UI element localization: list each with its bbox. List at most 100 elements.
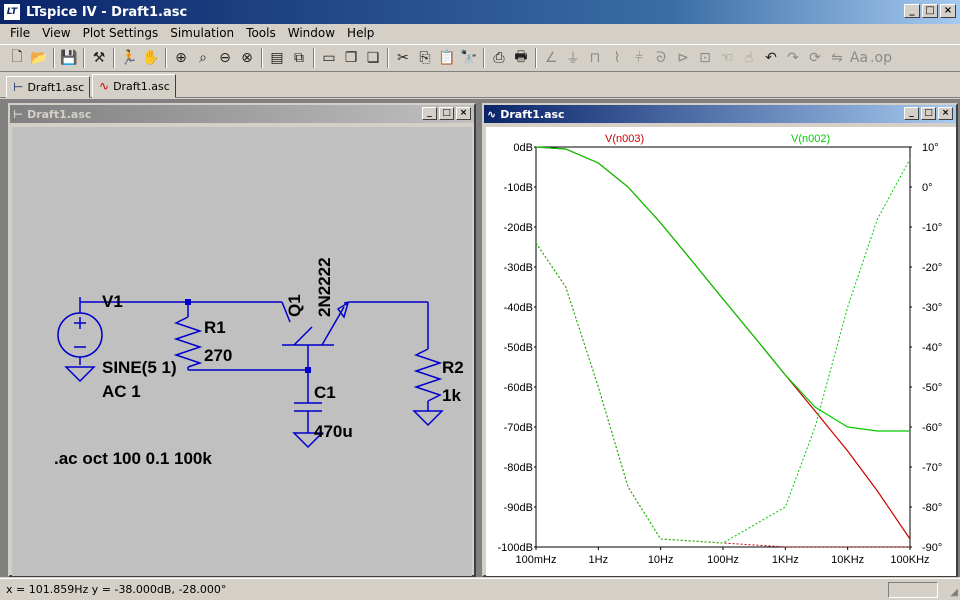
x-tick-label: 1KHz bbox=[772, 554, 799, 566]
schematic-canvas[interactable]: V1 SINE(5 1) AC 1 R1 270 Q1 2N2222 C1 47… bbox=[12, 127, 472, 576]
move-hand-icon[interactable]: ☜ bbox=[716, 47, 738, 69]
r1-name-label[interactable]: R1 bbox=[204, 318, 226, 337]
zoom-in-icon[interactable]: ⊕ bbox=[170, 47, 192, 69]
inductor-icon[interactable]: ᘐ bbox=[650, 47, 672, 69]
menu-tools[interactable]: Tools bbox=[240, 26, 282, 40]
c1-name-label[interactable]: C1 bbox=[314, 383, 336, 402]
q1-value-label[interactable]: 2N2222 bbox=[315, 257, 334, 317]
redo-icon[interactable]: ↷ bbox=[782, 47, 804, 69]
text-icon[interactable]: Aa bbox=[848, 47, 870, 69]
resistor-r2-symbol[interactable] bbox=[413, 348, 443, 402]
schematic-minimize-button[interactable]: _ bbox=[422, 107, 437, 120]
copy-icon[interactable]: ⎘ bbox=[414, 47, 436, 69]
bode-plot[interactable]: V(n003) V(n002) 0dB -10dB -20dB -30dB -40dB -… bbox=[486, 127, 956, 576]
schematic-icon: ⊢ bbox=[13, 80, 24, 94]
cut-icon[interactable]: ✂ bbox=[392, 47, 414, 69]
resistor-r1-symbol[interactable] bbox=[173, 316, 203, 368]
mirror-icon[interactable]: ⇋ bbox=[826, 47, 848, 69]
y-right-tick-label: -90° bbox=[922, 542, 942, 554]
print-preview-icon[interactable]: ⎙ bbox=[488, 47, 510, 69]
run-icon[interactable]: 🏃 bbox=[118, 47, 140, 69]
q1-name-label[interactable]: Q1 bbox=[285, 294, 304, 317]
document-tab-bar: ⊢ Draft1.asc ∿ Draft1.asc bbox=[0, 74, 960, 98]
cascade-icon[interactable]: ❐ bbox=[340, 47, 362, 69]
schematic-maximize-button[interactable]: □ bbox=[439, 107, 454, 120]
schematic-close-button[interactable]: × bbox=[456, 107, 471, 120]
schematic-window[interactable]: ⊢ Draft1.asc _ □ × V1 SINE(5 1) AC 1 R1 … bbox=[8, 103, 476, 577]
v1-value-label[interactable]: SINE(5 1) bbox=[102, 358, 177, 377]
minimize-button[interactable]: _ bbox=[904, 4, 920, 18]
spice-directive-text[interactable]: .ac oct 100 0.1 100k bbox=[54, 449, 212, 468]
c1-value-label[interactable]: 470u bbox=[314, 422, 353, 441]
tab-schematic[interactable]: ⊢ Draft1.asc bbox=[6, 76, 90, 98]
waveform-window-titlebar[interactable]: ∿ Draft1.asc bbox=[484, 105, 956, 123]
close-button[interactable]: × bbox=[940, 4, 956, 18]
spice-directive-icon[interactable]: .op bbox=[870, 47, 892, 69]
save-icon[interactable]: 💾 bbox=[58, 47, 80, 69]
diode-icon[interactable]: ⊳ bbox=[672, 47, 694, 69]
print-icon[interactable]: 🖶 bbox=[510, 47, 532, 69]
y-left-tick-label: -80dB bbox=[504, 462, 533, 474]
y-left-tick-label: 0dB bbox=[513, 142, 533, 154]
tab-schematic-label: Draft1.asc bbox=[27, 80, 85, 94]
y-right-tick-label: -80° bbox=[922, 502, 942, 514]
x-tick-label: 100mHz bbox=[516, 554, 557, 566]
menu-simulation[interactable]: Simulation bbox=[164, 26, 240, 40]
y-left-tick-label: -100dB bbox=[498, 542, 533, 554]
waveform-minimize-button[interactable]: _ bbox=[904, 107, 919, 120]
r1-value-label[interactable]: 270 bbox=[204, 346, 232, 365]
drag-hand-icon[interactable]: ☝ bbox=[738, 47, 760, 69]
tile-vertical-icon[interactable]: ❏ bbox=[362, 47, 384, 69]
tile-horizontal-icon[interactable]: ▭ bbox=[318, 47, 340, 69]
resistor-icon[interactable]: ⌇ bbox=[606, 47, 628, 69]
capacitor-icon[interactable]: ⫩ bbox=[628, 47, 650, 69]
pan-icon[interactable]: ⌕ bbox=[192, 47, 214, 69]
resize-grip-icon[interactable]: ◢ bbox=[950, 587, 958, 598]
plot-settings-icon[interactable]: ⧉ bbox=[288, 47, 310, 69]
menu-window[interactable]: Window bbox=[282, 26, 341, 40]
find-binoculars-icon[interactable]: 🔭 bbox=[458, 47, 480, 69]
waveform-window[interactable]: ∿ Draft1.asc _ □ × V(n003) V(n002) 0dB -1… bbox=[482, 103, 958, 577]
paste-icon[interactable]: 📋 bbox=[436, 47, 458, 69]
open-folder-icon[interactable]: 📂 bbox=[28, 47, 50, 69]
waveform-plot-pane[interactable]: V(n003) V(n002) 0dB -10dB -20dB -30dB -40dB -… bbox=[486, 127, 956, 576]
cursor-readout: x = 101.859Hz y = -38.000dB, -28.000° bbox=[6, 583, 227, 596]
waveform-maximize-button[interactable]: □ bbox=[921, 107, 936, 120]
waveform-close-button[interactable]: × bbox=[938, 107, 953, 120]
autorange-icon[interactable]: ▤ bbox=[266, 47, 288, 69]
trace-label-vn002[interactable]: V(n002) bbox=[791, 133, 830, 145]
ltspice-app-icon[interactable]: LT bbox=[4, 4, 20, 20]
new-schematic-icon[interactable]: 🗋 bbox=[6, 47, 28, 69]
v1-ac-label[interactable]: AC 1 bbox=[102, 382, 141, 401]
zoom-fit-icon[interactable]: ⊗ bbox=[236, 47, 258, 69]
y-right-tick-label: 10° bbox=[922, 142, 939, 154]
y-right-tick-label: -30° bbox=[922, 302, 942, 314]
halt-hand-icon[interactable]: ✋ bbox=[140, 47, 162, 69]
y-left-tick-label: -50dB bbox=[504, 342, 533, 354]
schematic-window-titlebar[interactable]: ⊢ Draft1.asc bbox=[10, 105, 474, 123]
v1-name-label[interactable]: V1 bbox=[102, 292, 123, 311]
menu-plot-settings[interactable]: Plot Settings bbox=[77, 26, 165, 40]
zoom-out-icon[interactable]: ⊖ bbox=[214, 47, 236, 69]
status-panel bbox=[888, 582, 938, 598]
menu-file[interactable]: File bbox=[4, 26, 36, 40]
tab-waveform[interactable]: ∿ Draft1.asc bbox=[92, 74, 176, 98]
menu-help[interactable]: Help bbox=[341, 26, 380, 40]
tab-waveform-label: Draft1.asc bbox=[113, 79, 170, 93]
undo-icon[interactable]: ↶ bbox=[760, 47, 782, 69]
wire-icon[interactable]: ∠ bbox=[540, 47, 562, 69]
label-net-icon[interactable]: ⊓ bbox=[584, 47, 606, 69]
toolbar: 🗋 📂 💾 ⚒ 🏃 ✋ ⊕ ⌕ ⊖ ⊗ ▤ ⧉ ▭ ❐ ❏ ✂ ⎘ 📋 🔭 ⎙ … bbox=[0, 44, 960, 72]
trace-label-vn003[interactable]: V(n003) bbox=[605, 133, 644, 145]
control-panel-icon[interactable]: ⚒ bbox=[88, 47, 110, 69]
menu-view[interactable]: View bbox=[36, 26, 76, 40]
y-right-tick-label: -70° bbox=[922, 462, 942, 474]
r2-value-label[interactable]: 1k bbox=[442, 386, 461, 405]
r2-name-label[interactable]: R2 bbox=[442, 358, 464, 377]
maximize-button[interactable]: □ bbox=[922, 4, 938, 18]
rotate-icon[interactable]: ⟳ bbox=[804, 47, 826, 69]
x-tick-label: 100Hz bbox=[707, 554, 739, 566]
ground-symbol bbox=[64, 366, 96, 383]
ground-icon[interactable]: ⏚ bbox=[562, 47, 584, 69]
component-icon[interactable]: ⊡ bbox=[694, 47, 716, 69]
